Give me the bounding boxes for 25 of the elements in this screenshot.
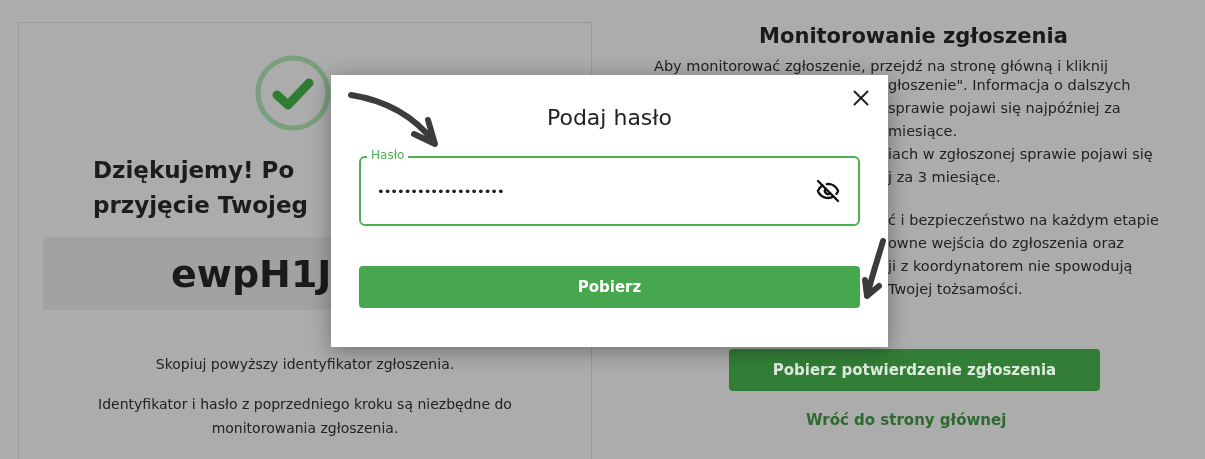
- check-circle-icon: [255, 55, 331, 131]
- identifier-text: ewpH1J: [171, 251, 332, 296]
- paragraph-line: iach w zgłoszonej sprawie pojawi się: [888, 145, 1153, 164]
- success-heading: Dziękujemy! Po: [93, 156, 295, 185]
- paragraph-line: miesiące.: [888, 122, 958, 141]
- hide-password-icon[interactable]: [816, 179, 840, 203]
- pointer-arrow: [862, 238, 886, 300]
- note-text: Identyfikator i hasło z poprzedniego kroku są niezbędne do monitorowania zgłoszenia.: [97, 395, 513, 438]
- home-link[interactable]: Wróć do strony głównej: [806, 411, 1007, 429]
- paragraph-line: sprawie pojawi się najpóźniej za: [888, 99, 1121, 118]
- paragraph-line: Twojej tożsamości.: [888, 280, 1023, 299]
- paragraph-line: j za 3 miesiące.: [888, 168, 1001, 187]
- intro-text: Aby monitorować zgłoszenie, przejdź na stronę główną i kliknij: [654, 58, 1108, 74]
- paragraph-line: ć i bezpieczeństwo na każdym etapie: [888, 211, 1159, 230]
- dialog-title: Podaj hasło: [546, 105, 673, 130]
- download-confirmation-button[interactable]: Pobierz potwierdzenie zgłoszenia: [729, 349, 1100, 391]
- password-field[interactable]: Hasło •••••••••••••••••••: [359, 146, 860, 226]
- paragraph-line: ji z koordynatorem nie spowodują: [888, 257, 1133, 276]
- copy-hint: Skopiuj powyższy identyfikator zgłoszenia.: [154, 356, 456, 372]
- password-input[interactable]: •••••••••••••••••••: [375, 182, 816, 200]
- download-button[interactable]: Pobierz: [359, 266, 860, 308]
- success-heading: przyjęcie Twojeg: [93, 191, 308, 220]
- monitoring-title: Monitorowanie zgłoszenia: [758, 24, 1069, 48]
- paragraph-line: głoszenie". Informacja o dalszych: [888, 76, 1131, 95]
- paragraph-line: owne wejścia do zgłoszenia oraz: [888, 234, 1124, 253]
